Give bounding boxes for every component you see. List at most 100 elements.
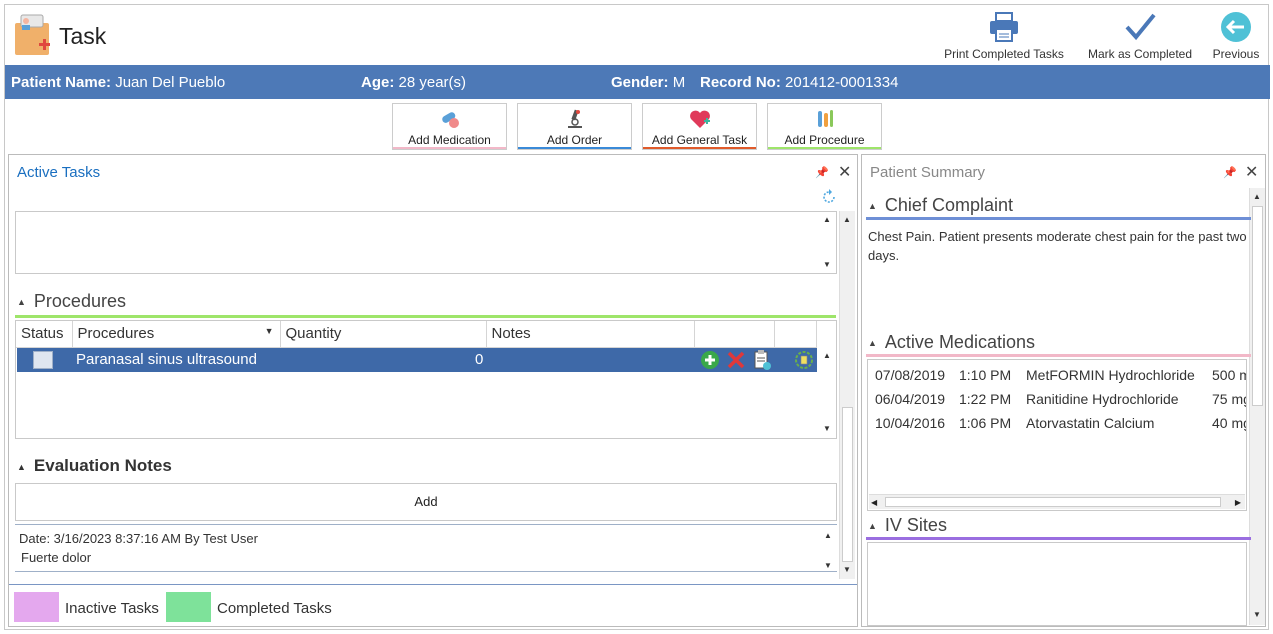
scroll-down-icon[interactable]: ▼ [1250,608,1264,622]
inactive-tasks-label: Inactive Tasks [65,600,159,617]
patient-name: Patient Name: Juan Del Pueblo [11,74,226,91]
clipboard-add-icon[interactable] [752,349,772,371]
procedures-table: Status Procedures ▼ Quantity Notes [16,321,817,348]
column-actions [694,321,775,348]
column-status[interactable]: Status [16,321,73,348]
add-icon[interactable] [700,350,720,370]
scroll-up-icon[interactable]: ▲ [1250,190,1264,204]
note-text: Fuerte dolor [21,550,92,565]
chief-complaint-rule [866,217,1251,220]
procedures-rule [15,315,836,318]
patient-record-number: Record No: 201412-0001334 [700,74,899,91]
active-medications-header[interactable]: ▲ Active Medications [868,332,1035,353]
add-general-task-button[interactable]: Add General Task [642,103,757,150]
status-checkbox[interactable] [33,351,53,369]
evaluation-note: Date: 3/16/2023 8:37:16 AM By Test User … [15,524,837,572]
note-header: Date: 3/16/2023 8:37:16 AM By Test User [19,531,258,546]
patient-summary-panel: Patient Summary 📌 ✕ ▲ ▼ ▲ Chief Complaint… [861,154,1266,627]
add-procedure-button[interactable]: Add Procedure [767,103,882,150]
procedures-section-header[interactable]: ▲ Procedures [17,291,126,312]
medications-list: 07/08/2019 1:10 PM MetFORMIN Hydrochloride… [867,359,1247,511]
scroll-thumb[interactable] [1252,206,1263,406]
app-header: Task Print Completed Tasks Mark as Compl… [5,5,1270,65]
column-procedures[interactable]: Procedures ▼ [72,321,281,348]
close-icon[interactable]: ✕ [838,162,851,182]
iv-sites-box [867,542,1247,626]
add-general-task-underline [643,147,756,149]
iv-sites-rule [866,537,1251,540]
patient-summary-title: Patient Summary [870,164,986,181]
microscope-icon [567,109,582,128]
scroll-thumb[interactable] [885,497,1221,507]
test-tubes-icon [817,110,833,127]
collapse-icon[interactable]: ▲ [17,297,26,307]
completed-tasks-swatch [166,592,211,622]
task-app-icon [15,14,50,55]
scroll-up-icon[interactable]: ▲ [821,529,835,543]
dropdown-arrow-icon[interactable]: ▼ [265,326,274,336]
active-medications-title: Active Medications [884,332,1035,352]
procedures-grid: Status Procedures ▼ Quantity Notes Parana… [15,320,837,439]
active-tasks-scrollbar[interactable]: ▲ ▼ [839,211,855,579]
pin-icon[interactable]: 📌 [1223,166,1237,179]
list-item[interactable]: 07/08/2019 1:10 PM MetFORMIN Hydrochloride… [875,367,1246,383]
scroll-up-icon[interactable]: ▲ [820,349,834,363]
table-row[interactable]: Paranasal sinus ultrasound 0 [17,348,817,372]
column-extra [774,321,817,348]
history-icon[interactable] [794,350,814,370]
scroll-up-icon[interactable]: ▲ [820,213,834,227]
patient-age: Age: 28 year(s) [361,74,467,91]
previous-button[interactable]: Previous [1210,9,1262,63]
scroll-thumb[interactable] [842,407,853,562]
completed-tasks-label: Completed Tasks [217,600,332,617]
patient-gender: Gender: M [611,74,686,91]
add-order-underline [518,147,631,149]
column-quantity[interactable]: Quantity [280,321,487,348]
add-procedure-label: Add Procedure [784,133,865,147]
collapse-icon[interactable]: ▲ [868,521,877,531]
app-window: Task Print Completed Tasks Mark as Compl… [4,4,1270,630]
list-item[interactable]: 10/04/2016 1:06 PM Atorvastatin Calcium 40 … [875,415,1246,431]
add-general-task-label: Add General Task [651,133,748,147]
chief-complaint-header[interactable]: ▲ Chief Complaint [868,195,1013,216]
add-note-button[interactable]: Add [15,483,837,521]
scroll-right-icon[interactable]: ▶ [1235,495,1241,510]
collapse-icon[interactable]: ▲ [868,338,877,348]
refresh-icon[interactable] [821,189,837,205]
add-order-button[interactable]: Add Order [517,103,632,150]
evaluation-notes-title: Evaluation Notes [33,456,172,475]
summary-scrollbar[interactable]: ▲ ▼ [1249,188,1265,625]
active-medications-rule [866,354,1251,357]
collapse-icon[interactable]: ▲ [868,201,877,211]
scroll-left-icon[interactable]: ◀ [871,495,877,510]
add-order-label: Add Order [546,133,603,147]
list-item[interactable]: 06/04/2019 1:22 PM Ranitidine Hydrochlorid… [875,391,1246,407]
add-procedure-underline [768,147,881,149]
add-medication-button[interactable]: Add Medication [392,103,507,150]
add-medication-underline [393,147,506,149]
scroll-down-icon[interactable]: ▼ [821,559,835,573]
iv-sites-header[interactable]: ▲ IV Sites [868,515,947,536]
chief-complaint-text: Chest Pain. Patient presents moderate ch… [868,229,1247,263]
previous-label: Previous [1212,47,1260,61]
active-tasks-title: Active Tasks [17,164,101,181]
procedure-quantity: 0 [475,351,484,368]
mark-as-completed-button[interactable]: Mark as Completed [1085,9,1195,63]
close-icon[interactable]: ✕ [1245,162,1258,182]
column-notes[interactable]: Notes [486,321,695,348]
medications-hscrollbar[interactable]: ◀ ▶ [869,494,1245,509]
collapse-icon[interactable]: ▲ [17,462,26,472]
print-completed-tasks-button[interactable]: Print Completed Tasks [943,9,1065,63]
chief-complaint-title: Chief Complaint [884,195,1013,215]
scroll-down-icon[interactable]: ▼ [820,422,834,436]
scroll-down-icon[interactable]: ▼ [820,258,834,272]
delete-icon[interactable] [726,350,746,370]
evaluation-notes-header[interactable]: ▲ Evaluation Notes [17,456,172,476]
pin-icon[interactable]: 📌 [815,166,829,179]
printer-icon [990,12,1018,42]
active-tasks-panel: Active Tasks 📌 ✕ ▲ ▼ ▲ ▼ ▲Procedures St [8,154,858,627]
heart-plus-icon [689,110,710,128]
scroll-up-icon[interactable]: ▲ [840,213,854,227]
page-title: Task [59,23,107,49]
scroll-down-icon[interactable]: ▼ [840,563,854,577]
